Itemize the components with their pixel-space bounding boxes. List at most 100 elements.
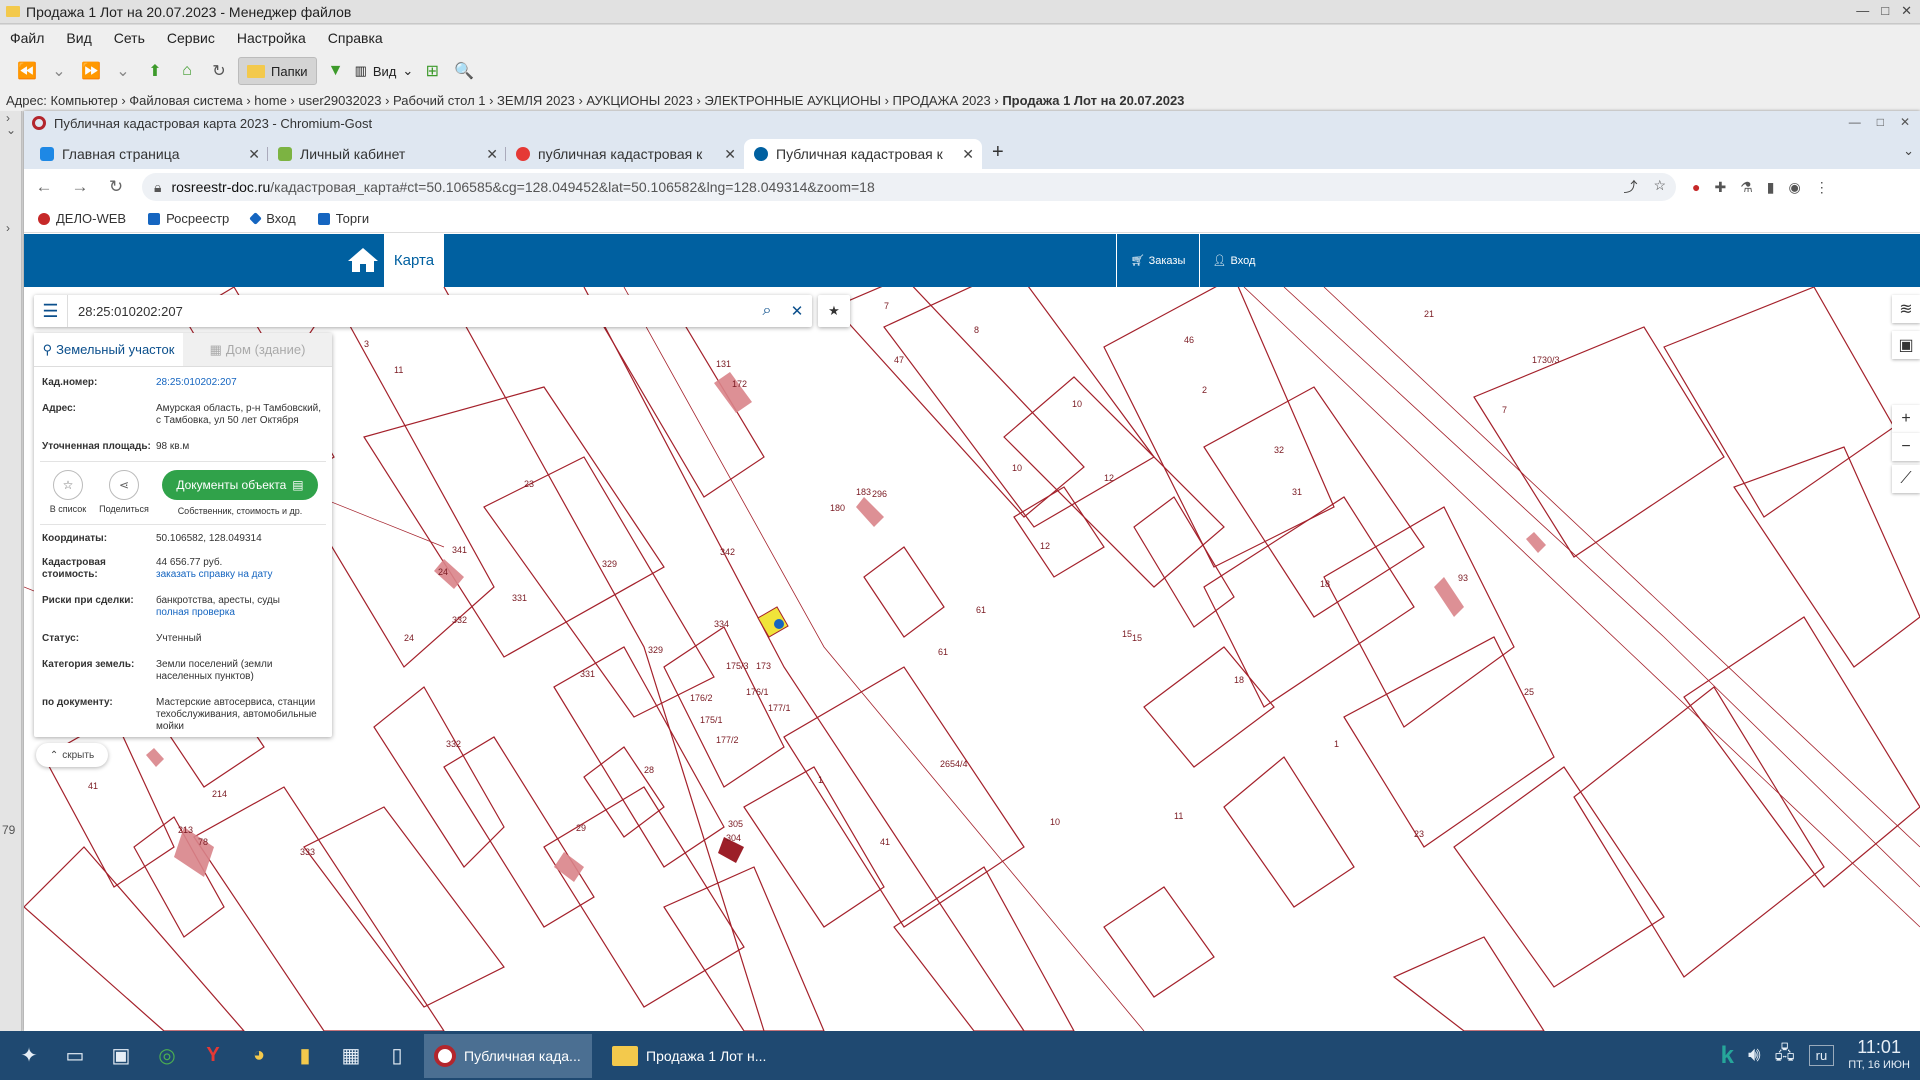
zoom-in-button[interactable]: +: [1892, 405, 1920, 433]
back-icon[interactable]: ⏪: [14, 57, 40, 85]
menu-settings[interactable]: Настройка: [237, 30, 306, 46]
add-to-list-button[interactable]: ☆ В список: [40, 470, 96, 514]
menu-view[interactable]: Вид: [66, 30, 91, 46]
measure-button[interactable]: ⟋: [1892, 465, 1920, 493]
notes-icon[interactable]: ▮: [288, 1039, 322, 1073]
browser-window-controls[interactable]: — □ ✕: [1849, 115, 1910, 129]
nav-login[interactable]: 👤︎ Вход: [1204, 234, 1264, 287]
volume-icon[interactable]: 🔊︎: [1748, 1044, 1761, 1067]
search-input[interactable]: 28:25:010202:207: [68, 304, 752, 319]
search-icon[interactable]: ⌕: [752, 302, 782, 320]
order-certificate-link[interactable]: заказать справку на дату: [156, 569, 273, 580]
layers-button[interactable]: ≋: [1892, 295, 1920, 323]
layers-icon: ≋: [1899, 301, 1913, 318]
new-tab-button[interactable]: +: [992, 141, 1004, 164]
favorites-star-button[interactable]: ★: [818, 295, 850, 327]
forward-icon[interactable]: ⏩: [78, 57, 104, 85]
folders-button[interactable]: Папки: [238, 57, 317, 85]
zoom-out-button[interactable]: −: [1892, 433, 1920, 461]
dropdown-icon[interactable]: ⌄: [46, 57, 72, 85]
extensions-area: ● ✚ ⚗ ▮ ◉ ⋮: [1692, 179, 1829, 196]
up-icon[interactable]: ⬆: [142, 57, 168, 85]
kaspersky-icon[interactable]: k: [1721, 1042, 1734, 1070]
hide-card-button[interactable]: ⌃ скрыть: [36, 743, 108, 767]
share-icon[interactable]: ⤴: [1623, 177, 1637, 197]
users-icon[interactable]: ◕: [242, 1039, 276, 1073]
map-type-button[interactable]: ▣: [1892, 331, 1920, 359]
search-icon[interactable]: 🔍: [451, 57, 477, 85]
window-controls[interactable]: — □ ✕: [1856, 3, 1912, 19]
full-check-link[interactable]: полная проверка: [156, 607, 235, 618]
start-menu-icon[interactable]: ✦: [12, 1039, 46, 1073]
back-icon[interactable]: ←: [34, 177, 54, 197]
menu-service[interactable]: Сервис: [167, 30, 215, 46]
profile-icon[interactable]: ◉: [1788, 179, 1800, 196]
address-path[interactable]: Компьютер › Файловая система › home › us…: [50, 93, 1002, 108]
cadastral-search-box[interactable]: ☰ 28:25:010202:207 ⌕ ✕: [34, 295, 812, 327]
reload-icon[interactable]: ↻: [106, 177, 126, 197]
clear-icon[interactable]: ✕: [782, 302, 812, 320]
screenshot-icon[interactable]: ▣: [104, 1039, 138, 1073]
field-label: Статус:: [42, 633, 80, 644]
task-file-manager[interactable]: Продажа 1 Лот н...: [602, 1034, 776, 1078]
menu-help[interactable]: Справка: [328, 30, 383, 46]
taskbar: ✦ ▭ ▣ ◎ Y ◕ ▮ ▦ ▯ Публичная када... Прод…: [0, 1031, 1920, 1080]
new-panel-icon[interactable]: ⊞: [419, 57, 445, 85]
menu-network[interactable]: Сеть: [114, 30, 145, 46]
view-button[interactable]: ▥ Вид ⌄: [355, 57, 414, 85]
selected-parcel-marker[interactable]: [757, 606, 789, 638]
menu-icon[interactable]: ☰: [34, 295, 68, 327]
parcel-label: 23: [1414, 829, 1424, 839]
network-icon[interactable]: 🖧: [1775, 1041, 1795, 1071]
home-icon[interactable]: ⌂: [174, 57, 200, 85]
tab-personal-account[interactable]: Личный кабинет ✕: [268, 139, 506, 169]
dropdown-icon[interactable]: ⌄: [110, 57, 136, 85]
file-manager-icon[interactable]: ▭: [58, 1039, 92, 1073]
bookmark-rosreestr[interactable]: Росреестр: [148, 211, 229, 226]
more-icon[interactable]: ⋮: [1815, 179, 1829, 196]
refresh-icon[interactable]: ↻: [206, 57, 232, 85]
parcel-label: 342: [720, 547, 735, 557]
share-button[interactable]: ⋖ Поделиться: [96, 470, 152, 514]
extension-icon[interactable]: ●: [1692, 179, 1700, 196]
yandex-browser-icon[interactable]: Y: [196, 1039, 230, 1073]
nav-map[interactable]: Карта: [384, 234, 444, 287]
chevron-icon: ›: [6, 221, 10, 235]
parcel-label: 28: [644, 765, 654, 775]
file-manager-address-bar[interactable]: Адрес: Компьютер › Файловая система › ho…: [0, 91, 1920, 111]
menu-file[interactable]: Файл: [10, 30, 44, 46]
keyboard-layout[interactable]: ru: [1808, 1045, 1835, 1066]
chromium-icon[interactable]: ◎: [150, 1039, 184, 1073]
forward-icon[interactable]: →: [70, 177, 90, 197]
home-icon[interactable]: [346, 246, 380, 274]
tab-label: Главная страница: [62, 146, 180, 162]
bookmark-star-icon[interactable]: ☆: [1653, 177, 1666, 197]
spreadsheet-icon[interactable]: ▦: [334, 1039, 368, 1073]
bookmarks-bar: ДЕЛО-WEB Росреестр Вход Торги: [24, 205, 1920, 233]
address-current[interactable]: Продажа 1 Лот на 20.07.2023: [1002, 93, 1184, 108]
bookmark-delo-web[interactable]: ДЕЛО-WEB: [38, 211, 126, 226]
puzzle-icon[interactable]: ✚: [1714, 179, 1726, 196]
flask-icon[interactable]: ⚗: [1740, 179, 1753, 196]
tab-house[interactable]: ▦ Дом (здание): [183, 333, 332, 366]
cadastral-map[interactable]: 3112654/4131172747846211730/323102710123…: [24, 287, 1920, 1031]
address-bar[interactable]: 🔒︎ rosreestr-doc.ru/кадастровая_карта#ct…: [142, 173, 1676, 201]
clock[interactable]: 11:01 ПТ, 16 ИЮН: [1848, 1038, 1910, 1074]
cad-number-link[interactable]: 28:25:010202:207: [156, 377, 237, 388]
tab-main-page[interactable]: Главная страница ✕: [30, 139, 268, 169]
nav-orders[interactable]: 🛒︎ Заказы: [1116, 234, 1200, 287]
sidebar-icon[interactable]: ▮: [1767, 179, 1775, 196]
parcel-label: 93: [1458, 573, 1468, 583]
system-tray: k 🔊︎ 🖧 ru 11:01 ПТ, 16 ИЮН: [1721, 1031, 1920, 1080]
document-icon[interactable]: ▯: [380, 1039, 414, 1073]
filter-icon[interactable]: ▼: [323, 57, 349, 85]
tab-search-icon[interactable]: ⌄: [1903, 143, 1914, 159]
tab-cadastral-map[interactable]: Публичная кадастровая к ✕: [744, 139, 982, 169]
tab-land-plot[interactable]: ⚲ Земельный участок: [34, 333, 183, 366]
tab-yandex-search[interactable]: публичная кадастровая к ✕: [506, 139, 744, 169]
bookmark-torgi[interactable]: Торги: [317, 211, 369, 226]
object-documents-button[interactable]: Документы объекта ▤: [162, 470, 318, 500]
task-cadastral-map[interactable]: Публичная када...: [424, 1033, 592, 1078]
file-manager-side-panel: › ⌄ › 79: [0, 111, 22, 1031]
bookmark-login[interactable]: Вход: [249, 211, 296, 226]
